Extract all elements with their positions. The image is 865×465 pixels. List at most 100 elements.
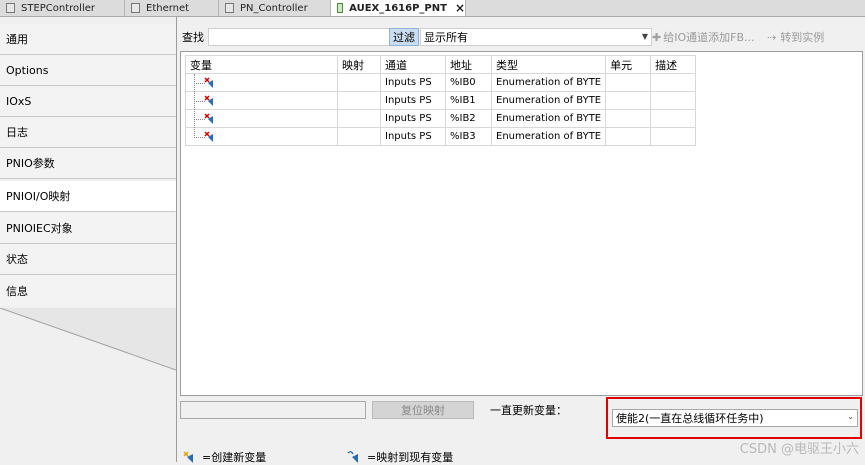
device-config-sidebar: 通用 Options IOxS 日志 PNIO参数 PNIOI/O映射 PNIO… — [0, 17, 176, 462]
goto-instance-button[interactable]: ⇢ 转到实例 — [767, 28, 824, 46]
tab-stepcontroller[interactable]: STEPController — [0, 0, 125, 16]
sidebar-item-label: 通用 — [6, 33, 28, 46]
sidebar-item-label: IOxS — [6, 94, 32, 108]
legend-create-label: =创建新变量 — [202, 451, 267, 464]
legend-map-existing: =映射到现有变量 — [347, 449, 453, 465]
type-cell: Enumeration of BYTE — [490, 127, 607, 146]
unit-cell — [605, 127, 652, 146]
goto-instance-label: 转到实例 — [780, 31, 825, 44]
address-cell: %IB2 — [445, 109, 492, 128]
unit-cell — [605, 109, 652, 128]
variable-cell[interactable] — [185, 101, 338, 128]
unit-cell — [605, 73, 652, 92]
table-row[interactable]: Inputs PS %IB3 Enumeration of BYTE — [185, 119, 697, 146]
sidebar-item-pnio-io-mapping[interactable]: PNIOI/O映射 — [0, 181, 176, 212]
column-header-address[interactable]: 地址 — [445, 55, 492, 74]
legend-create-new: =创建新变量 — [182, 449, 266, 465]
sidebar-item-info[interactable]: 信息 — [0, 275, 176, 306]
description-cell[interactable] — [650, 73, 697, 92]
type-cell: Enumeration of BYTE — [490, 91, 607, 110]
sidebar-item-label: PNIO参数 — [6, 157, 55, 170]
description-cell[interactable] — [650, 127, 697, 146]
filter-value: 显示所有 — [424, 31, 468, 44]
type-cell: Enumeration of BYTE — [490, 109, 607, 128]
editor-tab-bar: STEPController Ethernet PN_Controller AU… — [0, 0, 865, 17]
type-cell: Enumeration of BYTE — [490, 73, 607, 92]
variable-cell[interactable] — [185, 73, 338, 92]
sidebar-item-label: 日志 — [6, 126, 28, 139]
column-header-mapping[interactable]: 映射 — [337, 55, 381, 74]
always-update-select[interactable]: 使能2(一直在总线循环任务中) ⌄ — [612, 409, 858, 427]
sidebar-item-label: Options — [6, 63, 49, 77]
table-row[interactable]: Inputs PS %IB1 Enumeration of BYTE — [185, 83, 697, 110]
input-channel-icon — [204, 77, 213, 88]
table-row[interactable]: Inputs PS %IB0 Enumeration of BYTE — [185, 73, 697, 92]
sidebar-item-log[interactable]: 日志 — [0, 117, 176, 148]
input-channel-icon — [204, 95, 213, 106]
tab-label: AUEX_1616P_PNT — [349, 2, 447, 14]
mapping-toolbar: 查找 过滤 显示所有 ▼ ✚ 给IO通道添加FB... ⇢ 转到实例 — [180, 27, 864, 47]
device-icon — [6, 3, 15, 13]
column-header-unit[interactable]: 单元 — [605, 55, 652, 74]
add-icon: ✚ — [652, 30, 662, 44]
column-header-description[interactable]: 描述 — [650, 55, 697, 74]
sidebar-item-ioxs[interactable]: IOxS — [0, 86, 176, 117]
add-fb-button[interactable]: ✚ 给IO通道添加FB... — [652, 28, 754, 46]
mapping-table: 变量 映射 通道 地址 类型 单元 描述 Inputs PS %IB0 Enum… — [185, 55, 697, 146]
channel-cell: Inputs PS — [380, 91, 446, 110]
reset-mapping-button[interactable]: 复位映射 — [372, 401, 474, 419]
tab-pn-controller[interactable]: PN_Controller — [219, 0, 331, 16]
mapping-cell[interactable] — [337, 127, 381, 146]
sidebar-item-pnio-params[interactable]: PNIO参数 — [0, 148, 176, 179]
add-fb-label: 给IO通道添加FB... — [663, 31, 755, 44]
tab-label: Ethernet — [146, 2, 190, 14]
tab-label: PN_Controller — [240, 2, 308, 14]
column-header-type[interactable]: 类型 — [490, 55, 607, 74]
column-header-channel[interactable]: 通道 — [380, 55, 446, 74]
sidebar-item-pnio-iec-objects[interactable]: PNIOIEC对象 — [0, 213, 176, 244]
channel-cell: Inputs PS — [380, 73, 446, 92]
description-cell[interactable] — [650, 91, 697, 110]
mapping-cell[interactable] — [337, 73, 381, 92]
column-header-variable[interactable]: 变量 — [185, 55, 338, 74]
legend-map-label: =映射到现有变量 — [367, 451, 454, 464]
variable-cell[interactable] — [185, 83, 338, 110]
input-channel-icon — [204, 113, 213, 124]
tab-ethernet[interactable]: Ethernet — [125, 0, 219, 16]
filter-button[interactable]: 过滤 — [389, 28, 419, 46]
mapping-cell[interactable] — [337, 91, 381, 110]
always-update-value: 使能2(一直在总线循环任务中) — [616, 412, 764, 425]
goto-icon: ⇢ — [767, 30, 777, 44]
chevron-down-icon: ⌄ — [847, 412, 854, 421]
filter-select[interactable]: 显示所有 ▼ — [420, 28, 652, 46]
device-icon — [131, 3, 140, 13]
table-row[interactable]: Inputs PS %IB2 Enumeration of BYTE — [185, 101, 697, 128]
channel-cell: Inputs PS — [380, 127, 446, 146]
unit-cell — [605, 91, 652, 110]
variable-cell[interactable] — [185, 119, 338, 146]
sidebar-item-label: PNIOI/O映射 — [6, 190, 71, 203]
watermark: CSDN @电驱王小六 — [739, 442, 859, 457]
sidebar-item-options[interactable]: Options — [0, 55, 176, 86]
mapping-bottom-bar: 复位映射 一直更新变量： 使能2(一直在总线循环任务中) ⌄ — [180, 397, 864, 439]
device-icon — [225, 3, 234, 13]
sidebar-item-label: 状态 — [6, 253, 28, 266]
search-label: 查找 — [182, 31, 204, 44]
input-channel-icon — [204, 131, 213, 142]
mapping-table-area: 变量 映射 通道 地址 类型 单元 描述 Inputs PS %IB0 Enum… — [180, 51, 863, 396]
always-update-label: 一直更新变量： — [490, 404, 567, 417]
sidebar-item-general[interactable]: 通用 — [0, 24, 176, 55]
search-input[interactable] — [208, 28, 390, 46]
description-cell[interactable] — [650, 109, 697, 128]
table-header-row: 变量 映射 通道 地址 类型 单元 描述 — [185, 55, 697, 74]
sidebar-tab-edge — [0, 308, 176, 462]
address-cell: %IB0 — [445, 73, 492, 92]
address-cell: %IB3 — [445, 127, 492, 146]
bottom-input-field[interactable] — [180, 401, 366, 419]
close-icon[interactable]: × — [455, 1, 465, 15]
tab-label: STEPController — [21, 2, 95, 14]
sidebar-item-status[interactable]: 状态 — [0, 244, 176, 275]
address-cell: %IB1 — [445, 91, 492, 110]
tab-auex-1616p-pnt[interactable]: AUEX_1616P_PNT × — [331, 0, 466, 16]
mapping-cell[interactable] — [337, 109, 381, 128]
